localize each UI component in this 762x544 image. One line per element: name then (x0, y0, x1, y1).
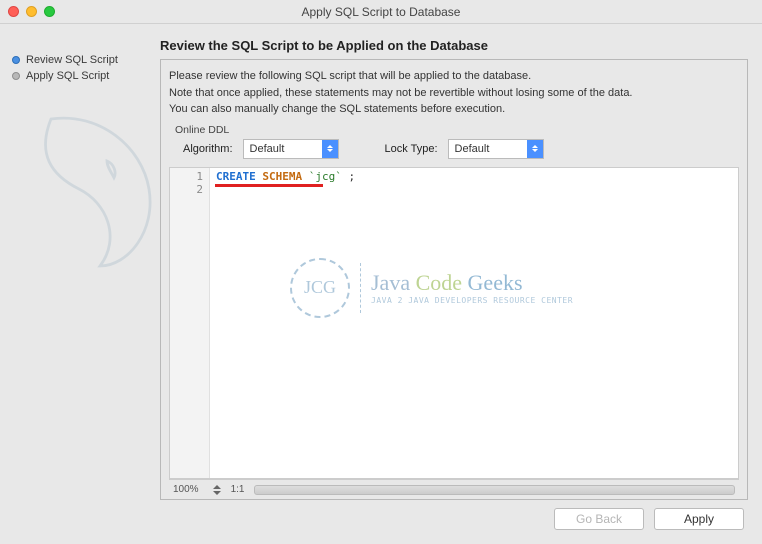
window-title: Apply SQL Script to Database (0, 5, 762, 19)
step-bullet-active-icon (12, 56, 20, 64)
footer-buttons: Go Back Apply (160, 508, 748, 536)
line-gutter: 1 2 (170, 168, 210, 479)
chevron-updown-icon (527, 140, 543, 158)
chevron-updown-icon (322, 140, 338, 158)
sidebar-item-label: Review SQL Script (26, 54, 118, 66)
titlebar: Apply SQL Script to Database (0, 0, 762, 24)
main-panel: Please review the following SQL script t… (160, 59, 748, 500)
sidebar-item-label: Apply SQL Script (26, 70, 109, 82)
apply-button[interactable]: Apply (654, 508, 744, 530)
editor-statusbar: 100% 1:1 (169, 479, 739, 499)
page-title: Review the SQL Script to be Applied on t… (160, 38, 748, 53)
step-bullet-inactive-icon (12, 72, 20, 80)
algorithm-select[interactable]: Default (243, 139, 339, 159)
sql-identifier: `jcg` (309, 170, 342, 183)
watermark-title: Java Code Geeks (371, 270, 573, 296)
locktype-label: Lock Type: (385, 143, 438, 155)
description-line-1: Please review the following SQL script t… (169, 68, 739, 85)
line-number: 2 (170, 183, 203, 196)
sql-keyword: SCHEMA (262, 170, 302, 183)
locktype-select[interactable]: Default (448, 139, 544, 159)
horizontal-scrollbar[interactable] (254, 485, 735, 495)
algorithm-label: Algorithm: (183, 143, 233, 155)
sql-editor[interactable]: 1 2 CREATE SCHEMA `jcg` ; JCG (169, 167, 739, 480)
line-number: 1 (170, 170, 203, 183)
watermark: JCG Java Code Geeks Java 2 Java Develope… (290, 258, 573, 318)
watermark-logo-icon: JCG (290, 258, 350, 318)
mysql-dolphin-icon (30, 104, 170, 274)
locktype-value: Default (455, 143, 490, 155)
description-line-2: Note that once applied, these statements… (169, 85, 739, 102)
description-line-3: You can also manually change the SQL sta… (169, 101, 739, 118)
go-back-button: Go Back (554, 508, 644, 530)
sql-keyword: CREATE (216, 170, 256, 183)
sql-terminator: ; (349, 170, 356, 183)
zoom-stepper[interactable] (213, 485, 221, 495)
sidebar-item-review[interactable]: Review SQL Script (12, 52, 150, 68)
sidebar-item-apply[interactable]: Apply SQL Script (12, 68, 150, 84)
code-area[interactable]: CREATE SCHEMA `jcg` ; JCG (210, 168, 738, 479)
annotation-underline (215, 184, 323, 187)
watermark-subtitle: Java 2 Java Developers Resource Center (371, 296, 573, 305)
algorithm-value: Default (250, 143, 285, 155)
zoom-level: 100% (173, 484, 199, 495)
sidebar: Review SQL Script Apply SQL Script (0, 24, 160, 544)
cursor-position: 1:1 (231, 484, 245, 495)
online-ddl-caption: Online DDL (175, 124, 739, 136)
